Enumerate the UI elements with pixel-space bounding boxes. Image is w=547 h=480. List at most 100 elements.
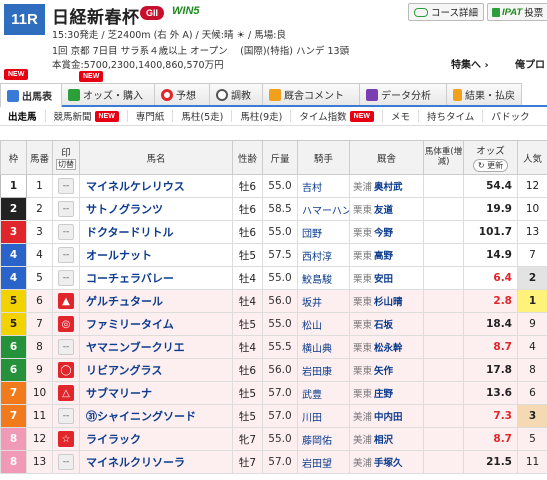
horse-row[interactable]: 6 8 -- ヤマニンブークリエ 牡4 55.5 横山典 栗東 松永幹 8.7 4 (0, 335, 547, 359)
odds-cell[interactable]: 54.4 (463, 174, 518, 198)
tab-odds[interactable]: オッズ・購入 (61, 83, 155, 105)
mark-icon[interactable]: -- (58, 408, 74, 424)
jockey-link[interactable]: 岩田望 (297, 450, 350, 474)
subnav-paddock[interactable]: パドック (483, 110, 537, 123)
mark-icon[interactable]: -- (58, 454, 74, 470)
horse-row[interactable]: 7 10 △ サブマリーナ 牡5 57.0 武豊 栗東 庄野 13.6 6 (0, 381, 547, 405)
subnav-specialist[interactable]: 専門紙 (128, 110, 174, 123)
horse-name-link[interactable]: オールナット (79, 243, 233, 267)
trainer-link[interactable]: 矢作 (374, 366, 393, 377)
trainer-link[interactable]: 相沢 (374, 435, 393, 446)
jockey-link[interactable]: 坂井 (297, 289, 350, 313)
trainer-link[interactable]: 石坂 (374, 320, 393, 331)
subnav-past5[interactable]: 馬柱(5走) (173, 110, 233, 123)
tab-data-analysis[interactable]: データ分析 (359, 83, 447, 105)
tab-stable-comment[interactable]: 厩舎コメント (262, 83, 360, 105)
col-umaban[interactable]: 馬番 (26, 140, 53, 175)
horse-row[interactable]: 4 5 -- コーチェラバレー 牡4 55.0 鮫島駿 栗東 安田 6.4 2 (0, 266, 547, 290)
trainer-link[interactable]: 中内田 (374, 412, 403, 423)
odds-cell[interactable]: 7.3 (463, 404, 518, 428)
odds-cell[interactable]: 18.4 (463, 312, 518, 336)
mark-cell[interactable]: ▲ (52, 289, 80, 313)
odds-cell[interactable]: 6.4 (463, 266, 518, 290)
col-weight[interactable]: 斤量 (262, 140, 298, 175)
horse-name-link[interactable]: ㉛シャイニングソード (79, 404, 233, 428)
odds-refresh-button[interactable]: ↻ 更新 (472, 159, 509, 172)
mark-icon[interactable]: ▲ (58, 293, 74, 309)
odds-cell[interactable]: 14.9 (463, 243, 518, 267)
mark-icon[interactable]: △ (58, 385, 74, 401)
mark-icon[interactable]: -- (58, 339, 74, 355)
subnav-time-index[interactable]: タイム指数 NEW (291, 110, 383, 123)
odds-cell[interactable]: 101.7 (463, 220, 518, 244)
horse-row[interactable]: 8 12 ☆ ライラック 牝7 55.0 藤岡佑 美浦 相沢 8.7 5 (0, 427, 547, 451)
jockey-link[interactable]: ハマーハン (297, 197, 350, 221)
mark-cell[interactable]: -- (52, 220, 80, 244)
mark-icon[interactable]: -- (58, 224, 74, 240)
mark-icon[interactable]: -- (58, 247, 74, 263)
mark-cell[interactable]: -- (52, 197, 80, 221)
trainer-link[interactable]: 松永幹 (374, 343, 403, 354)
jockey-link[interactable]: 鮫島駿 (297, 266, 350, 290)
mark-cell[interactable]: ◎ (52, 312, 80, 336)
mark-cell[interactable]: -- (52, 335, 80, 359)
mark-cell[interactable]: -- (52, 450, 80, 474)
mark-icon[interactable]: ◎ (58, 316, 74, 332)
subnav-newspaper[interactable]: 競馬新聞 NEW (46, 110, 128, 123)
mark-cell[interactable]: ◯ (52, 358, 80, 382)
subnav-runners[interactable]: 出走馬 (0, 110, 46, 123)
mark-toggle-button[interactable]: 切替 (56, 159, 76, 170)
horse-name-link[interactable]: コーチェラバレー (79, 266, 233, 290)
mark-cell[interactable]: -- (52, 404, 80, 428)
horse-name-link[interactable]: ゲルチュタール (79, 289, 233, 313)
trainer-link[interactable]: 安田 (374, 274, 393, 285)
horse-row[interactable]: 1 1 -- マイネルケレリウス 牡6 55.0 吉村 美浦 奥村武 54.4 1… (0, 174, 547, 198)
col-mark[interactable]: 印切替 (52, 140, 80, 175)
horse-row[interactable]: 5 7 ◎ ファミリータイム 牡5 55.0 松山 栗東 石坂 18.4 9 (0, 312, 547, 336)
trainer-link[interactable]: 今野 (374, 228, 393, 239)
tab-training[interactable]: 調教 (209, 83, 263, 105)
horse-row[interactable]: 8 13 -- マイネルクリソーラ 牡7 57.0 岩田望 美浦 手塚久 21.5… (0, 450, 547, 474)
mark-cell[interactable]: ☆ (52, 427, 80, 451)
trainer-link[interactable]: 高野 (374, 251, 393, 262)
jockey-link[interactable]: 団野 (297, 220, 350, 244)
horse-row[interactable]: 3 3 -- ドクタードリトル 牡6 55.0 団野 栗東 今野 101.7 13 (0, 220, 547, 244)
jockey-link[interactable]: 松山 (297, 312, 350, 336)
jockey-link[interactable]: 岩田康 (297, 358, 350, 382)
odds-cell[interactable]: 21.5 (463, 450, 518, 474)
horse-row[interactable]: 4 4 -- オールナット 牡5 57.5 西村淳 栗東 高野 14.9 7 (0, 243, 547, 267)
tab-prediction[interactable]: 予想 (154, 83, 210, 105)
special-feature-link[interactable]: 特集へ › (451, 56, 489, 71)
col-jockey[interactable]: 騎手 (297, 140, 350, 175)
mark-icon[interactable]: -- (58, 270, 74, 286)
horse-name-link[interactable]: ヤマニンブークリエ (79, 335, 233, 359)
odds-cell[interactable]: 8.7 (463, 427, 518, 451)
odds-cell[interactable]: 19.9 (463, 197, 518, 221)
odds-cell[interactable]: 8.7 (463, 335, 518, 359)
odds-cell[interactable]: 17.8 (463, 358, 518, 382)
horse-row[interactable]: 7 11 -- ㉛シャイニングソード 牡5 57.0 川田 美浦 中内田 7.3 … (0, 404, 547, 428)
horse-name-link[interactable]: マイネルケレリウス (79, 174, 233, 198)
mark-cell[interactable]: -- (52, 266, 80, 290)
jockey-link[interactable]: 吉村 (297, 174, 350, 198)
tab-entries[interactable]: 出馬表 (0, 83, 62, 107)
horse-name-link[interactable]: サトノグランツ (79, 197, 233, 221)
horse-row[interactable]: 6 9 ◯ リビアングラス 牡6 56.0 岩田康 栗東 矢作 17.8 8 (0, 358, 547, 382)
col-waku[interactable]: 枠 (0, 140, 27, 175)
horse-name-link[interactable]: ファミリータイム (79, 312, 233, 336)
mark-icon[interactable]: ☆ (58, 431, 74, 447)
trainer-link[interactable]: 奥村武 (374, 182, 403, 193)
mark-cell[interactable]: -- (52, 174, 80, 198)
jockey-link[interactable]: 川田 (297, 404, 350, 428)
jockey-link[interactable]: 武豊 (297, 381, 350, 405)
mark-cell[interactable]: △ (52, 381, 80, 405)
trainer-link[interactable]: 杉山晴 (374, 297, 403, 308)
odds-cell[interactable]: 2.8 (463, 289, 518, 313)
trainer-link[interactable]: 友道 (374, 205, 393, 216)
horse-name-link[interactable]: サブマリーナ (79, 381, 233, 405)
col-odds[interactable]: オッズ ↻ 更新 (463, 140, 518, 175)
col-trainer[interactable]: 厩舎 (349, 140, 424, 175)
orepro-link[interactable]: 俺プロ (515, 56, 545, 71)
mark-icon[interactable]: -- (58, 178, 74, 194)
col-popularity[interactable]: 人気 (517, 140, 547, 175)
